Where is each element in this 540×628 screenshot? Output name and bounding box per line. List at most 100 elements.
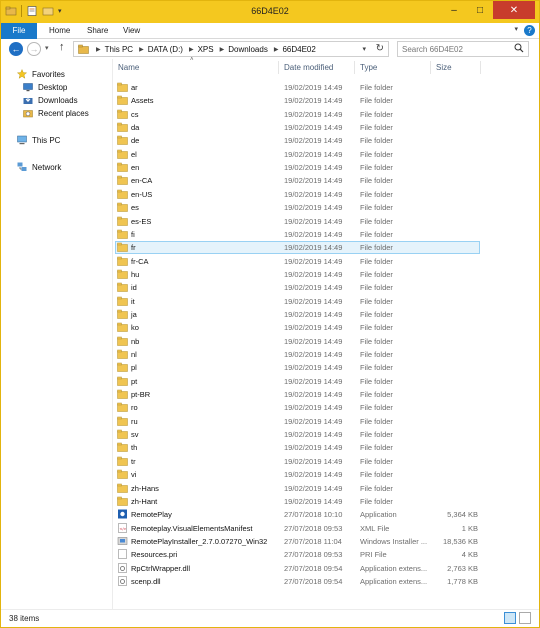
table-row[interactable]: vi 19/02/2019 14:49 File folder <box>114 468 539 481</box>
file-name: scenp.dll <box>131 576 161 586</box>
table-row[interactable]: RemotePlay 27/07/2018 10:10 Application 5,3… <box>114 508 539 521</box>
file-name: ru <box>131 416 138 426</box>
table-row[interactable]: fr 19/02/2019 14:49 File folder <box>114 241 539 255</box>
file-type: File folder <box>360 403 393 413</box>
breadcrumb-xps[interactable]: XPS <box>198 45 214 54</box>
table-row[interactable]: zh-Hans 19/02/2019 14:49 File folder <box>114 482 539 495</box>
breadcrumb-this-pc[interactable]: This PC <box>105 45 133 54</box>
help-icon[interactable]: ? <box>524 25 535 36</box>
table-row[interactable]: en-CA 19/02/2019 14:49 File folder <box>114 174 539 187</box>
expand-ribbon-chevron-icon[interactable]: ▾ <box>514 25 518 36</box>
tab-file[interactable]: File <box>1 23 37 39</box>
table-row[interactable]: nl 19/02/2019 14:49 File folder <box>114 348 539 361</box>
column-header-type[interactable]: Type <box>360 63 377 72</box>
back-button[interactable]: ← <box>9 42 23 56</box>
file-type: File folder <box>360 136 393 146</box>
column-divider[interactable] <box>480 61 481 74</box>
nav-this-pc[interactable]: This PC <box>17 134 60 146</box>
breadcrumb-data-drive[interactable]: DATA (D:) <box>148 45 183 54</box>
table-row[interactable]: cs 19/02/2019 14:49 File folder <box>114 108 539 121</box>
column-header-date[interactable]: Date modified <box>284 63 333 72</box>
breadcrumb-downloads[interactable]: Downloads <box>228 45 268 54</box>
file-date-modified: 19/02/2019 14:49 <box>284 243 343 253</box>
file-type: File folder <box>360 336 393 346</box>
table-row[interactable]: ar 19/02/2019 14:49 File folder <box>114 81 539 94</box>
table-row[interactable]: es 19/02/2019 14:49 File folder <box>114 201 539 214</box>
item-count: 38 items <box>9 614 40 623</box>
table-row[interactable]: ro 19/02/2019 14:49 File folder <box>114 401 539 414</box>
table-row[interactable]: Assets 19/02/2019 14:49 File folder <box>114 94 539 107</box>
up-arrow-icon[interactable]: ↑ <box>59 41 65 53</box>
file-type: File folder <box>360 163 393 173</box>
file-name: ja <box>131 309 137 319</box>
column-header-name[interactable]: Name <box>118 63 139 72</box>
maximize-button[interactable]: □ <box>467 1 493 19</box>
table-row[interactable]: es-ES 19/02/2019 14:49 File folder <box>114 215 539 228</box>
table-row[interactable]: it 19/02/2019 14:49 File folder <box>114 295 539 308</box>
table-row[interactable]: ko 19/02/2019 14:49 File folder <box>114 321 539 334</box>
table-row[interactable]: zh-Hant 19/02/2019 14:49 File folder <box>114 495 539 508</box>
details-view-button[interactable] <box>504 612 516 624</box>
close-button[interactable]: ✕ <box>493 1 535 19</box>
table-row[interactable]: da 19/02/2019 14:49 File folder <box>114 121 539 134</box>
table-row[interactable]: ru 19/02/2019 14:49 File folder <box>114 415 539 428</box>
table-row[interactable]: fr-CA 19/02/2019 14:49 File folder <box>114 255 539 268</box>
large-icons-view-button[interactable] <box>519 612 531 624</box>
breadcrumb-chevron-icon[interactable]: ▶ <box>189 46 194 53</box>
column-divider[interactable] <box>430 61 431 74</box>
search-icon[interactable] <box>514 43 524 53</box>
table-row[interactable]: RemotePlayInstaller_2.7.0.07270_Win32 27/… <box>114 535 539 548</box>
search-input[interactable]: Search 66D4E02 <box>397 41 529 57</box>
recent-locations-chevron-icon[interactable]: ▾ <box>45 44 49 52</box>
breadcrumb-chevron-icon[interactable]: ▶ <box>274 46 279 53</box>
refresh-icon[interactable]: ↻ <box>376 43 384 54</box>
tab-share[interactable]: Share <box>81 23 114 39</box>
breadcrumb-chevron-icon[interactable]: ▶ <box>96 46 101 53</box>
file-date-modified: 19/02/2019 14:49 <box>284 309 343 319</box>
nav-desktop[interactable]: Desktop <box>23 81 67 93</box>
table-row[interactable]: nb 19/02/2019 14:49 File folder <box>114 335 539 348</box>
forward-button[interactable]: → <box>27 42 41 56</box>
address-history-chevron-icon[interactable]: ▾ <box>362 45 366 53</box>
breadcrumb-chevron-icon[interactable]: ▶ <box>220 46 225 53</box>
table-row[interactable]: tr 19/02/2019 14:49 File folder <box>114 455 539 468</box>
breadcrumb-chevron-icon[interactable]: ▶ <box>139 46 144 53</box>
nav-downloads[interactable]: Downloads <box>23 94 78 106</box>
minimize-button[interactable]: – <box>441 1 467 19</box>
column-header-size[interactable]: Size <box>436 63 452 72</box>
table-row[interactable]: el 19/02/2019 14:49 File folder <box>114 148 539 161</box>
file-type: File folder <box>360 269 393 279</box>
table-row[interactable]: en-US 19/02/2019 14:49 File folder <box>114 188 539 201</box>
table-row[interactable]: fi 19/02/2019 14:49 File folder <box>114 228 539 241</box>
table-row[interactable]: de 19/02/2019 14:49 File folder <box>114 134 539 147</box>
tab-home[interactable]: Home <box>43 23 76 39</box>
file-name: fr-CA <box>131 256 149 266</box>
table-row[interactable]: sv 19/02/2019 14:49 File folder <box>114 428 539 441</box>
tab-view[interactable]: View <box>117 23 146 39</box>
table-row[interactable]: ja 19/02/2019 14:49 File folder <box>114 308 539 321</box>
table-row[interactable]: pt-BR 19/02/2019 14:49 File folder <box>114 388 539 401</box>
breadcrumb-current-folder[interactable]: 66D4E02 <box>282 45 315 54</box>
folder-icon <box>117 82 128 92</box>
column-divider[interactable] <box>278 61 279 74</box>
dll-icon <box>118 562 127 573</box>
file-date-modified: 19/02/2019 14:49 <box>284 283 343 293</box>
table-row[interactable]: scenp.dll 27/07/2018 09:54 Application ext… <box>114 575 539 588</box>
table-row[interactable]: th 19/02/2019 14:49 File folder <box>114 441 539 454</box>
table-row[interactable]: pt 19/02/2019 14:49 File folder <box>114 375 539 388</box>
table-row[interactable]: Resources.pri 27/07/2018 09:53 PRI File 4 K… <box>114 548 539 561</box>
folder-icon <box>117 256 128 266</box>
table-row[interactable]: pl 19/02/2019 14:49 File folder <box>114 361 539 374</box>
nav-network[interactable]: Network <box>17 161 61 173</box>
table-row[interactable]: id 19/02/2019 14:49 File folder <box>114 281 539 294</box>
file-list: Name ˄ Date modified Type Size ar 19/02/2… <box>114 57 539 609</box>
column-divider[interactable] <box>354 61 355 74</box>
table-row[interactable]: RpCtrlWrapper.dll 27/07/2018 09:54 Applica… <box>114 562 539 575</box>
table-row[interactable]: </> Remoteplay.VisualElementsManifest 27/0… <box>114 522 539 535</box>
table-row[interactable]: en 19/02/2019 14:49 File folder <box>114 161 539 174</box>
address-bar[interactable]: ▶ This PC ▶ DATA (D:) ▶ XPS ▶ Downloads … <box>73 41 389 57</box>
nav-recent-places[interactable]: Recent places <box>23 107 89 119</box>
search-placeholder: Search 66D4E02 <box>402 45 463 54</box>
table-row[interactable]: hu 19/02/2019 14:49 File folder <box>114 268 539 281</box>
nav-favorites[interactable]: Favorites <box>17 68 65 80</box>
